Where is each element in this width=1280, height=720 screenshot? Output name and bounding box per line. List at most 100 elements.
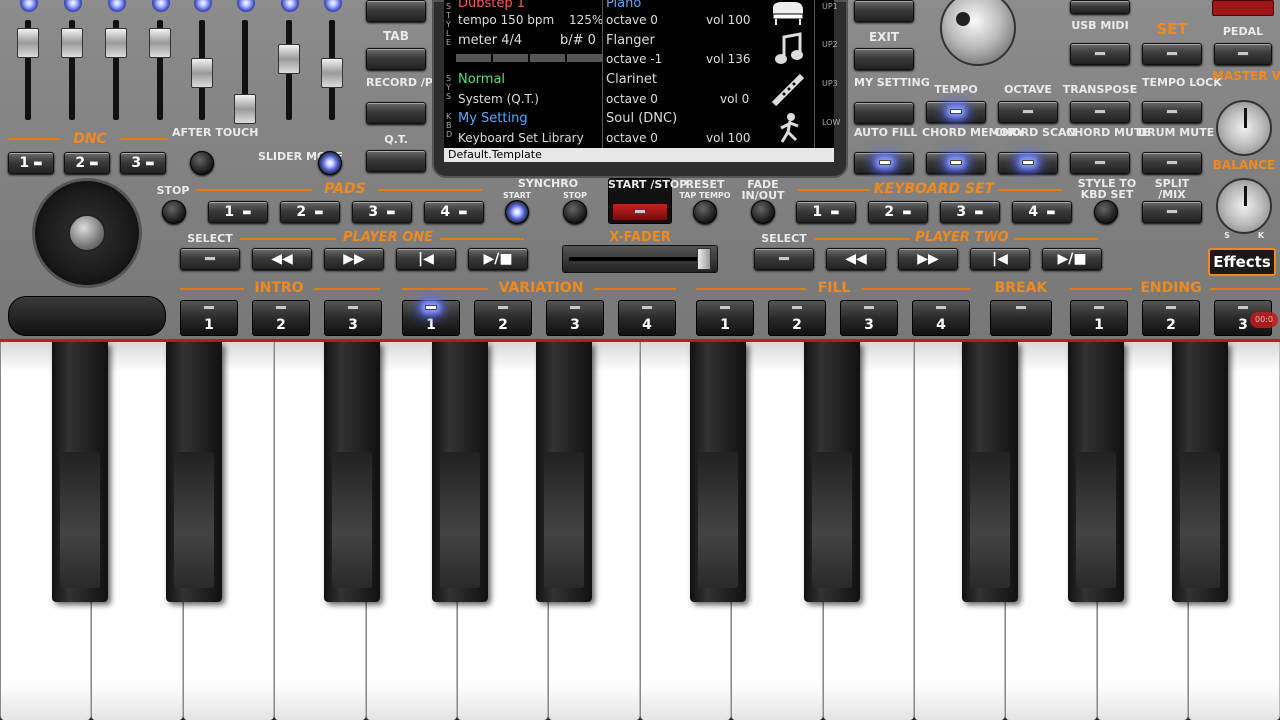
slider-handle[interactable] <box>149 28 171 58</box>
intro-button-2[interactable]: 2 <box>252 300 310 336</box>
pad-button-2[interactable]: 2 ▬ <box>280 201 340 223</box>
break-button[interactable] <box>990 300 1052 336</box>
after-touch-button[interactable] <box>190 151 214 175</box>
pitch-wheel[interactable] <box>8 296 166 336</box>
transpose-button[interactable] <box>1070 101 1130 123</box>
part-name-upper3[interactable]: Clarinet <box>606 72 657 87</box>
usb-midi-button[interactable] <box>1070 43 1130 65</box>
black-key[interactable] <box>432 342 488 602</box>
fill-button-3[interactable]: 3 <box>840 300 898 336</box>
ending-button-2[interactable]: 2 <box>1142 300 1200 336</box>
chord-scan-button[interactable] <box>998 152 1058 174</box>
player-one-prev-button[interactable]: |◀ <box>396 248 456 270</box>
exit-button[interactable] <box>854 48 914 70</box>
tab-button[interactable] <box>366 48 426 70</box>
player-two-prev-button[interactable]: |◀ <box>970 248 1030 270</box>
keyboard-set-button-3[interactable]: 3 ▬ <box>940 201 1000 223</box>
player-one-forward-button[interactable]: ▶▶ <box>324 248 384 270</box>
black-key[interactable] <box>536 342 592 602</box>
player-two-play-stop-button[interactable]: ▶/■ <box>1042 248 1102 270</box>
part-name-upper1[interactable]: Piano <box>606 0 641 11</box>
slider-handle[interactable] <box>191 58 213 88</box>
qt-button[interactable] <box>366 150 426 172</box>
top-left-button[interactable] <box>366 0 426 22</box>
player-one-rewind-button[interactable]: ◀◀ <box>252 248 312 270</box>
top-right-button[interactable] <box>854 0 914 22</box>
slider-handle[interactable] <box>278 44 300 74</box>
chord-memory-button[interactable] <box>926 152 986 174</box>
variation-button-3[interactable]: 3 <box>546 300 604 336</box>
pad-button-4[interactable]: 4 ▬ <box>424 201 484 223</box>
dnc-button-2[interactable]: 2 ▬ <box>64 152 110 174</box>
data-dial[interactable] <box>940 0 1016 66</box>
part-name-lower[interactable]: Soul (DNC) <box>606 111 677 126</box>
intro-button-3[interactable]: 3 <box>324 300 382 336</box>
black-key[interactable] <box>962 342 1018 602</box>
synchro-start-button[interactable] <box>505 200 529 224</box>
slider-mode-button[interactable] <box>318 151 342 175</box>
x-fader-handle[interactable] <box>697 248 711 270</box>
chord-mute-button[interactable] <box>1070 152 1130 174</box>
tempo-lock-button[interactable] <box>1142 101 1202 123</box>
balance-knob[interactable] <box>1216 178 1272 234</box>
pads-stop-button[interactable] <box>162 200 186 224</box>
keyboard-set-button-1[interactable]: 1 ▬ <box>796 201 856 223</box>
player-two-forward-button[interactable]: ▶▶ <box>898 248 958 270</box>
slider-handle[interactable] <box>17 28 39 58</box>
effects-button[interactable]: Effects <box>1208 248 1276 276</box>
template-bar[interactable]: Default.Template <box>444 148 834 162</box>
black-key[interactable] <box>52 342 108 602</box>
slider-handle[interactable] <box>321 58 343 88</box>
record-play-button[interactable] <box>366 102 426 124</box>
synchro-stop-button[interactable] <box>563 200 587 224</box>
keyboard-set-button-4[interactable]: 4 ▬ <box>1012 201 1072 223</box>
keyboard-set-button-2[interactable]: 2 ▬ <box>868 201 928 223</box>
player-one-play-stop-button[interactable]: ▶/■ <box>468 248 528 270</box>
my-setting-button[interactable] <box>854 102 914 124</box>
x-fader-track[interactable] <box>562 245 718 273</box>
black-key[interactable] <box>1172 342 1228 602</box>
split-mix-button[interactable] <box>1142 201 1202 223</box>
variation-button-2[interactable]: 2 <box>474 300 532 336</box>
fill-button-2[interactable]: 2 <box>768 300 826 336</box>
slider-handle[interactable] <box>105 28 127 58</box>
slider-handle[interactable] <box>234 94 256 124</box>
sys-name[interactable]: Normal <box>458 72 505 87</box>
master-volume-knob[interactable] <box>1216 100 1272 156</box>
fade-button[interactable] <box>751 200 775 224</box>
slider-handle[interactable] <box>61 28 83 58</box>
dnc-button-3[interactable]: 3 ▬ <box>120 152 166 174</box>
variation-button-1[interactable]: 1 <box>402 300 460 336</box>
joystick-knob[interactable] <box>68 214 106 252</box>
black-key[interactable] <box>166 342 222 602</box>
fill-button-4[interactable]: 4 <box>912 300 970 336</box>
part-name-upper2[interactable]: Flanger <box>606 33 655 48</box>
pedal-top-button[interactable] <box>1212 0 1274 16</box>
ending-button-1[interactable]: 1 <box>1070 300 1128 336</box>
kbd-name[interactable]: My Setting <box>458 111 528 126</box>
fill-button-1[interactable]: 1 <box>696 300 754 336</box>
pad-button-3[interactable]: 3 ▬ <box>352 201 412 223</box>
start-stop-button[interactable] <box>612 203 668 221</box>
joystick[interactable] <box>32 178 142 288</box>
black-key[interactable] <box>324 342 380 602</box>
black-key[interactable] <box>804 342 860 602</box>
tempo-button[interactable] <box>926 101 986 123</box>
auto-fill-button[interactable] <box>854 152 914 174</box>
usb-midi-top-button[interactable] <box>1070 0 1130 14</box>
style-name[interactable]: Dubstep 1 <box>458 0 525 11</box>
reset-button[interactable] <box>693 200 717 224</box>
octave-button[interactable] <box>998 101 1058 123</box>
black-key[interactable] <box>1068 342 1124 602</box>
intro-button-1[interactable]: 1 <box>180 300 238 336</box>
player-two-rewind-button[interactable]: ◀◀ <box>826 248 886 270</box>
set-button[interactable] <box>1142 43 1202 65</box>
style-to-kbd-button[interactable] <box>1094 200 1118 224</box>
drum-mute-button[interactable] <box>1142 152 1202 174</box>
variation-button-4[interactable]: 4 <box>618 300 676 336</box>
pad-button-1[interactable]: 1 ▬ <box>208 201 268 223</box>
black-key[interactable] <box>690 342 746 602</box>
player-one-select-button[interactable] <box>180 248 240 270</box>
pedal-button[interactable] <box>1214 43 1272 65</box>
player-two-select-button[interactable] <box>754 248 814 270</box>
